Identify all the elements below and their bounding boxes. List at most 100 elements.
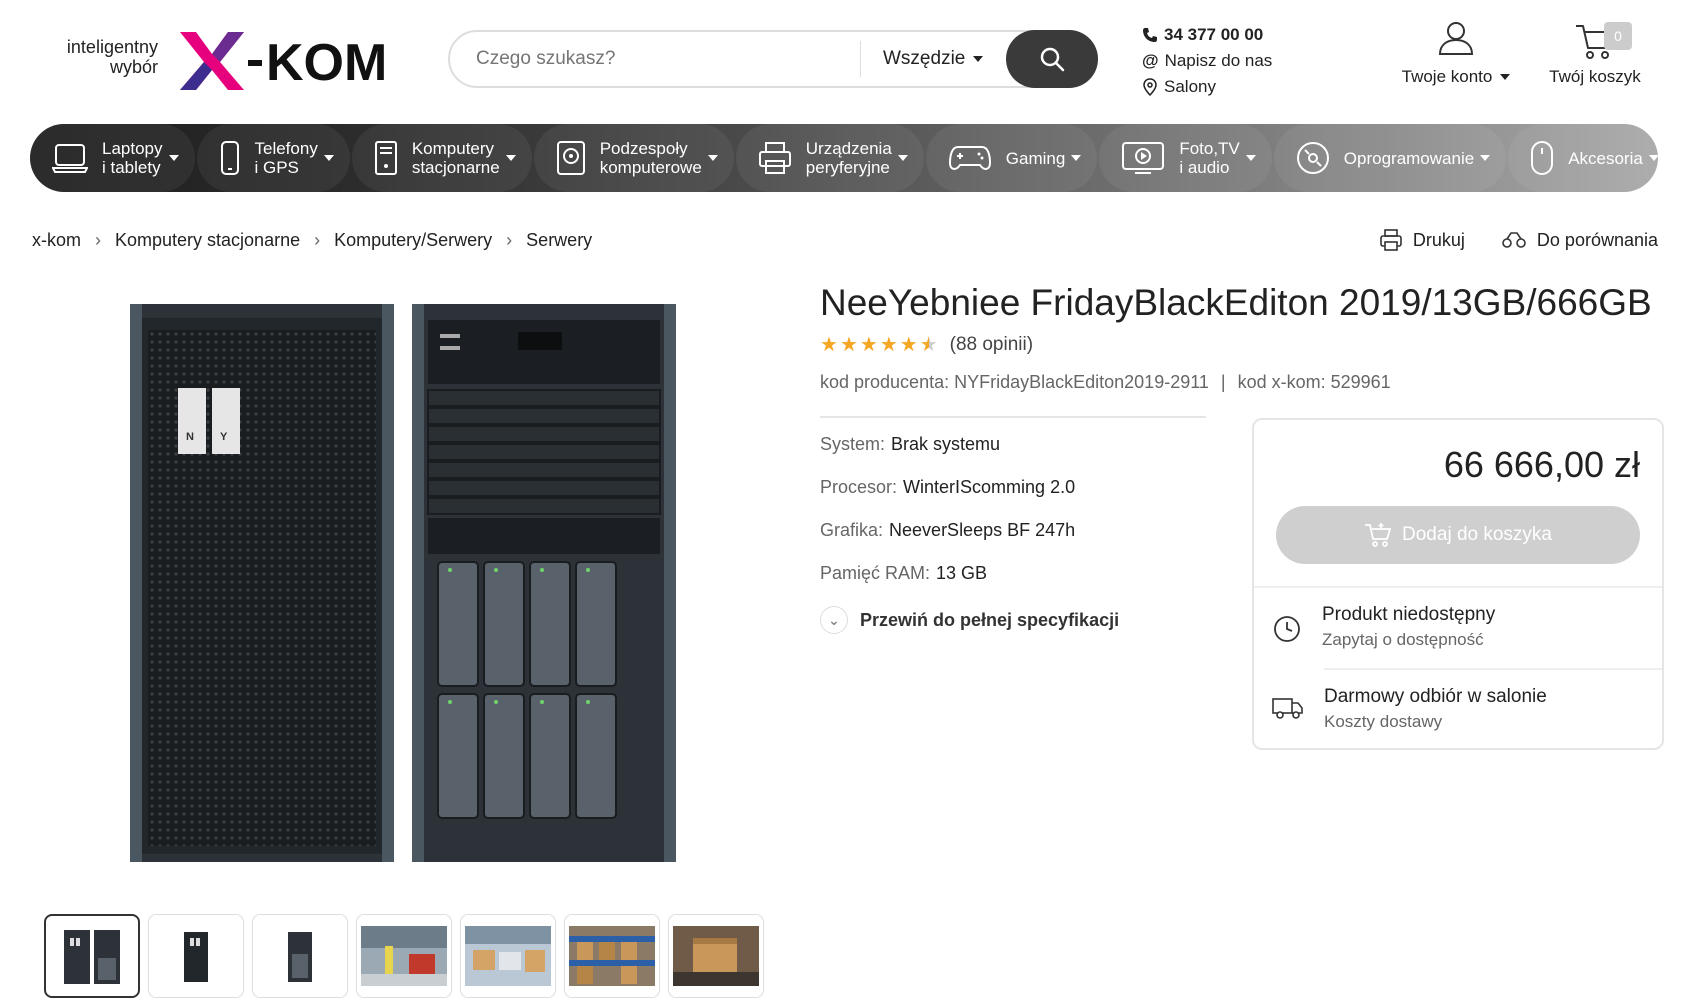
category-photo-tv[interactable]: Foto,TV i audio xyxy=(1099,124,1272,192)
spec-value: NeeverSleeps BF 247h xyxy=(889,520,1076,540)
rating[interactable]: ★ ★ ★ ★ ★ ★ (88 opinii) xyxy=(820,332,1033,357)
divider xyxy=(820,416,1206,418)
category-peripherals[interactable]: Urządzenia peryferyjne xyxy=(735,124,924,192)
xkom-code: kod x-kom: 529961 xyxy=(1237,372,1391,392)
pickup-title: Darmowy odbiór w salonie xyxy=(1324,686,1547,707)
search-scope-select[interactable]: Wszędzie xyxy=(861,48,1013,70)
spec-key: Procesor: xyxy=(820,477,898,497)
availability-subtitle[interactable]: Zapytaj o dostępność xyxy=(1322,628,1495,652)
stores-link[interactable]: Salony xyxy=(1142,74,1272,100)
thumbnail-image xyxy=(361,926,447,986)
pickup-row[interactable]: Darmowy odbiór w salonie Koszty dostawy xyxy=(1272,684,1547,734)
add-to-cart-button[interactable]: Dodaj do koszyka xyxy=(1276,506,1640,564)
x-kom-logo: KOM xyxy=(180,32,387,92)
category-label: i GPS xyxy=(254,158,299,177)
category-accessories[interactable]: Akcesoria xyxy=(1508,124,1658,192)
category-software[interactable]: Oprogramowanie xyxy=(1273,124,1507,192)
availability-title: Produkt niedostępny xyxy=(1322,604,1496,625)
phone-number: 34 377 00 00 xyxy=(1164,25,1264,44)
thumbnail-image xyxy=(64,930,120,984)
thumbnail-image xyxy=(673,926,759,986)
product-title: NeeYebniee FridayBlackEditon 2019/13GB/6… xyxy=(820,282,1652,323)
cart-label: Twój koszyk xyxy=(1549,67,1641,86)
chevron-right-icon: › xyxy=(314,230,321,250)
breadcrumb: x-kom › Komputery stacjonarne › Komputer… xyxy=(32,230,592,251)
tagline-line2: wybór xyxy=(109,57,158,77)
cart-button[interactable]: 0 Twój koszyk xyxy=(1540,14,1650,87)
breadcrumb-item[interactable]: x-kom xyxy=(32,230,81,251)
thumbnail-2[interactable] xyxy=(148,914,244,998)
phone-icon xyxy=(220,141,239,175)
gamepad-icon xyxy=(948,146,991,170)
thumbnail-6[interactable] xyxy=(564,914,660,998)
category-label: Gaming xyxy=(1005,148,1066,168)
chevron-down-icon xyxy=(1500,74,1511,80)
spec-list: System: Brak systemu Procesor: WinterIScom… xyxy=(820,434,1075,606)
logo[interactable]: inteligentny wybór KOM xyxy=(48,22,398,92)
breadcrumb-item[interactable]: Komputery/Serwery xyxy=(334,230,492,251)
add-to-cart-label: Dodaj do koszyka xyxy=(1402,524,1552,545)
product-main-image[interactable]: N Y xyxy=(100,290,700,880)
thumbnail-3[interactable] xyxy=(252,914,348,998)
site-header: inteligentny wybór KOM Wszędzie 34 377 xyxy=(0,0,1688,118)
breadcrumb-item[interactable]: Serwery xyxy=(526,230,592,251)
category-label: Foto,TV xyxy=(1179,139,1240,158)
spec-row: Grafika: NeeverSleeps BF 247h xyxy=(820,520,1075,563)
hdd-icon xyxy=(556,141,585,175)
tagline: inteligentny wybór xyxy=(48,37,158,77)
user-icon xyxy=(1438,22,1474,55)
availability-row[interactable]: Produkt niedostępny Zapytaj o dostępność xyxy=(1272,602,1495,652)
producer-code: kod producenta: NYFridayBlackEditon2019-… xyxy=(820,372,1209,392)
thumbnail-4[interactable] xyxy=(356,914,452,998)
thumbnail-5[interactable] xyxy=(460,914,556,998)
review-count[interactable]: (88 opinii) xyxy=(950,334,1033,356)
thumbnail-1[interactable] xyxy=(44,914,140,998)
spec-key: System: xyxy=(820,434,886,454)
divider xyxy=(1324,668,1662,670)
delivery-truck-icon xyxy=(1272,698,1303,719)
search-button[interactable] xyxy=(1006,30,1098,88)
category-label: Telefony xyxy=(254,139,318,158)
account-label: Twoje konto xyxy=(1401,67,1493,86)
code-separator: | xyxy=(1220,372,1226,392)
spec-value: 13 GB xyxy=(936,563,988,583)
at-icon: @ xyxy=(1142,51,1159,70)
breadcrumb-item[interactable]: Komputery stacjonarne xyxy=(115,230,300,251)
print-label: Drukuj xyxy=(1412,229,1465,250)
spec-key: Pamięć RAM: xyxy=(820,563,931,583)
chevron-down-icon xyxy=(1648,155,1658,161)
category-laptops[interactable]: Laptopy i tablety xyxy=(30,124,195,192)
mouse-icon xyxy=(1531,141,1554,175)
spec-row: System: Brak systemu xyxy=(820,434,1075,477)
chevron-down-icon xyxy=(897,155,908,161)
scroll-to-specs-link[interactable]: ⌄ Przewiń do pełnej specyfikacji xyxy=(820,606,1119,634)
write-link[interactable]: @ Napisz do nas xyxy=(1142,48,1272,74)
phone-icon xyxy=(1143,28,1157,42)
category-phones[interactable]: Telefony i GPS xyxy=(196,124,350,192)
svg-text:Y: Y xyxy=(220,431,228,443)
chevron-down-icon xyxy=(1480,155,1491,161)
half-star-icon: ★ xyxy=(919,334,938,356)
category-label: Laptopy xyxy=(102,139,163,158)
tv-icon xyxy=(1122,142,1165,174)
scroll-link-label: Przewiń do pełnej specyfikacji xyxy=(860,609,1120,630)
category-label: i audio xyxy=(1179,158,1230,177)
star-icon: ★ xyxy=(820,334,838,356)
compare-button[interactable]: Do porównania xyxy=(1501,230,1658,251)
category-desktops[interactable]: Komputery stacjonarne xyxy=(351,124,532,192)
print-button[interactable]: Drukuj xyxy=(1379,228,1465,252)
spec-row: Procesor: WinterIScomming 2.0 xyxy=(820,477,1075,520)
thumbnail-7[interactable] xyxy=(668,914,764,998)
spec-row: Pamięć RAM: 13 GB xyxy=(820,563,1075,606)
stores-label: Salony xyxy=(1164,77,1216,96)
category-label: Podzespoły xyxy=(599,139,688,158)
category-gaming[interactable]: Gaming xyxy=(925,124,1098,192)
spec-value: Brak systemu xyxy=(891,434,1001,454)
account-button[interactable]: Twoje konto xyxy=(1396,18,1516,87)
phone-link[interactable]: 34 377 00 00 xyxy=(1142,22,1272,48)
category-label: komputerowe xyxy=(599,158,702,177)
search-input[interactable] xyxy=(450,34,860,84)
category-components[interactable]: Podzespoły komputerowe xyxy=(533,124,734,192)
delivery-costs-link[interactable]: Koszty dostawy xyxy=(1324,710,1547,734)
location-pin-icon xyxy=(1143,78,1157,96)
